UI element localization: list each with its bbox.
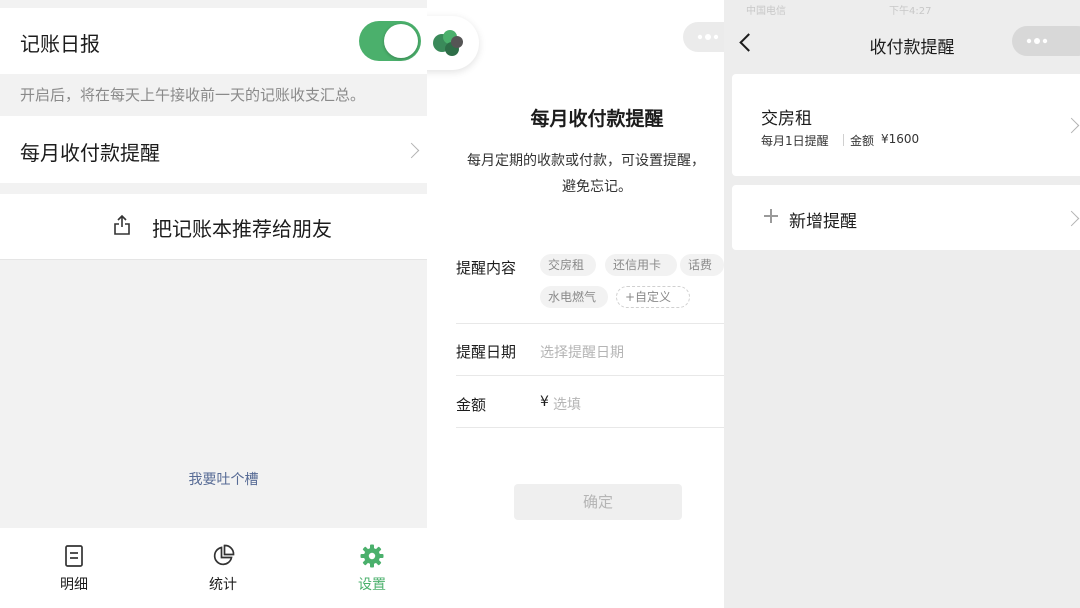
reminder-item-amount: ¥1600 (881, 132, 920, 146)
reminder-form-screen: 每月收付款提醒 每月定期的收款或付款，可设置提醒， 避免忘记。 提醒内容 交房租… (427, 0, 724, 608)
more-dots-icon (1026, 38, 1048, 44)
monthly-reminder-row[interactable]: 每月收付款提醒 (0, 116, 427, 183)
chevron-right-icon (1063, 210, 1080, 227)
settings-screen: 记账日报 开启后，将在每天上午接收前一天的记账收支汇总。 每月收付款提醒 把记账… (0, 0, 427, 608)
more-menu-button[interactable] (1012, 26, 1080, 56)
amount-label: 金额 (456, 396, 487, 414)
chip-credit-card[interactable]: 还信用卡 (605, 254, 677, 276)
share-icon (114, 214, 130, 235)
divider (456, 323, 724, 324)
feedback-link[interactable]: 我要吐个槽 (0, 469, 447, 489)
reminder-item[interactable]: 交房租 每月1日提醒 金额 ¥1600 (732, 74, 1080, 176)
date-label: 提醒日期 (456, 343, 517, 361)
tab-detail-label: 明细 (60, 577, 88, 593)
list-icon (65, 545, 83, 567)
chip-rent[interactable]: 交房租 (540, 254, 596, 276)
reminder-item-title: 交房租 (761, 109, 812, 129)
add-reminder-button[interactable]: 新增提醒 (732, 185, 1080, 250)
chip-utilities[interactable]: 水电燃气 (540, 286, 608, 308)
recommend-to-friend-button[interactable]: 把记账本推荐给朋友 (0, 194, 427, 260)
add-reminder-label: 新增提醒 (789, 212, 857, 232)
more-menu-button[interactable] (683, 22, 724, 52)
app-logo-icon (433, 30, 463, 56)
pie-chart-icon (213, 544, 235, 566)
tab-settings-label: 设置 (358, 577, 386, 593)
app-logo (427, 16, 479, 70)
chevron-right-icon (1063, 117, 1080, 134)
form-description-line2: 避免忘记。 (562, 179, 632, 195)
separator (843, 134, 844, 146)
currency-symbol: ¥ (540, 394, 549, 410)
gear-icon (360, 544, 384, 568)
daily-report-label: 记账日报 (20, 32, 100, 56)
content-label: 提醒内容 (456, 259, 517, 277)
reminder-list-screen: 中国电信 下午4:27 收付款提醒 交房租 每月1日提醒 金额 ¥1600 新增… (724, 0, 1080, 608)
tab-statistics-label: 统计 (209, 577, 237, 593)
tab-statistics[interactable]: 统计 (149, 528, 291, 608)
status-bar: 中国电信 下午4:27 (724, 0, 1080, 18)
confirm-button[interactable]: 确定 (514, 484, 682, 520)
chevron-right-icon (403, 142, 420, 159)
plus-icon (764, 209, 778, 223)
recommend-label: 把记账本推荐给朋友 (152, 217, 332, 241)
form-title: 每月收付款提醒 (530, 108, 664, 130)
amount-input[interactable]: 选填 (553, 394, 581, 414)
daily-report-toggle[interactable] (359, 21, 421, 61)
chip-phone-bill[interactable]: 话费 (680, 254, 724, 276)
chip-custom[interactable]: +自定义 (616, 286, 690, 308)
more-dots-icon (697, 34, 719, 40)
divider (456, 427, 724, 428)
monthly-reminder-label: 每月收付款提醒 (20, 141, 160, 165)
divider (456, 375, 724, 376)
tab-detail[interactable]: 明细 (0, 528, 142, 608)
status-carrier: 中国电信 (746, 6, 786, 17)
bottom-tab-bar: 明细 统计 设置 (0, 528, 427, 608)
toggle-knob (384, 24, 418, 58)
reminder-item-amount-label: 金额 (850, 134, 875, 148)
daily-report-row: 记账日报 (0, 8, 427, 74)
reminder-item-date: 每月1日提醒 (761, 134, 829, 148)
tab-settings[interactable]: 设置 (298, 528, 440, 608)
daily-report-note: 开启后，将在每天上午接收前一天的记账收支汇总。 (20, 86, 366, 104)
status-time: 下午4:27 (889, 6, 932, 17)
date-picker[interactable]: 选择提醒日期 (540, 342, 624, 362)
form-description-line1: 每月定期的收款或付款，可设置提醒， (467, 153, 705, 169)
